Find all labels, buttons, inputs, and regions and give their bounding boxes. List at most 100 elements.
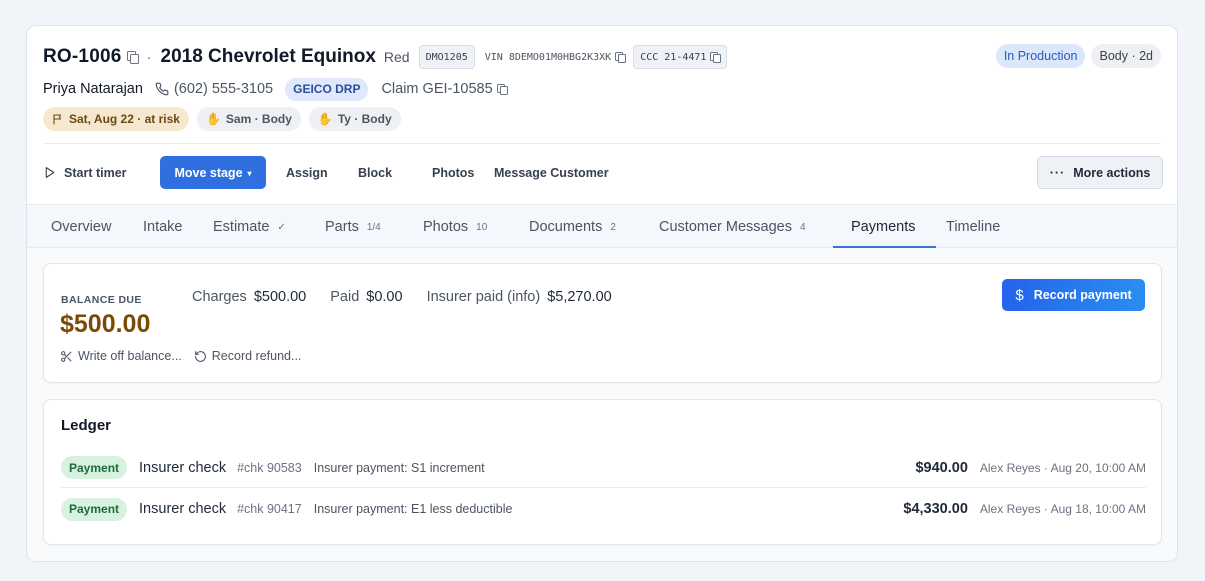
- more-actions-button[interactable]: ··· More actions: [1037, 156, 1163, 189]
- write-off-label: Write off balance...: [78, 349, 182, 363]
- dms-code-chip: DMO1205: [418, 45, 475, 69]
- claim-number: Claim GEI-10585: [381, 81, 508, 97]
- tab-documents[interactable]: Documents 2: [529, 206, 616, 248]
- payment-meta: $4,330.00 Alex Reyes · Aug 18, 10:00 AM: [903, 501, 1146, 517]
- more-actions-label: More actions: [1073, 165, 1151, 180]
- technician-tag-ty[interactable]: ✋ Ty · Body: [308, 107, 401, 131]
- vehicle-title: 2018 Chevrolet Equinox: [160, 46, 376, 67]
- copy-vin-icon[interactable]: [615, 52, 627, 63]
- dollar-icon: $: [1015, 286, 1024, 304]
- tab-intake[interactable]: Intake: [143, 206, 183, 248]
- phone-text: (602) 555-3105: [173, 81, 274, 97]
- tab-timeline[interactable]: Timeline: [946, 206, 1000, 248]
- tab-payments[interactable]: Payments: [851, 206, 915, 248]
- due-date-tag[interactable]: Sat, Aug 22 · at risk: [43, 107, 189, 131]
- payment-reference: #chk 90583: [237, 460, 302, 475]
- block-button[interactable]: Block: [358, 156, 392, 189]
- action-bar: Start timer Move stage ▾ Assign Block Ph…: [43, 156, 1163, 189]
- tab-estimate[interactable]: Estimate ✓: [213, 206, 286, 248]
- photos-button[interactable]: Photos: [432, 156, 474, 189]
- charges-value: $500.00: [253, 289, 307, 305]
- tab-count: 4: [799, 221, 806, 233]
- start-timer-button[interactable]: Start timer: [43, 156, 127, 189]
- customer-name[interactable]: Priya Natarajan: [43, 81, 143, 97]
- payment-amount: $4,330.00: [903, 501, 968, 517]
- department-badge: Body · 2d: [1091, 44, 1161, 68]
- phone-icon: [155, 82, 169, 96]
- payment-recorded-by: Alex Reyes · Aug 18, 10:00 AM: [979, 502, 1146, 516]
- flag-icon: [53, 114, 62, 125]
- record-payment-label: Record payment: [1033, 288, 1132, 302]
- ccc-chip: CCC 21-4471: [633, 45, 728, 69]
- insurer-paid-value: $5,270.00: [547, 289, 612, 305]
- start-timer-label: Start timer: [64, 165, 127, 180]
- claim-text: Claim GEI-10585: [381, 81, 493, 97]
- payment-method: Insurer check: [139, 459, 227, 476]
- ledger-card: Ledger Payment Insurer check #chk 90583 …: [43, 399, 1162, 545]
- ledger-row[interactable]: Payment Insurer check #chk 90417 Insurer…: [61, 489, 1146, 529]
- caret-down-icon: ▾: [247, 168, 252, 178]
- ellipsis-icon: ···: [1049, 165, 1066, 180]
- copy-claim-icon[interactable]: [496, 84, 508, 95]
- payment-amount: $940.00: [915, 459, 968, 476]
- copy-ccc-icon[interactable]: [710, 52, 722, 63]
- tab-label: Photos: [423, 219, 469, 235]
- status-badges: In Production Body · 2d: [995, 44, 1161, 68]
- active-tab-indicator: [833, 246, 936, 248]
- payment-type-badge: Payment: [61, 497, 128, 521]
- tab-parts[interactable]: Parts 1/4: [325, 206, 381, 248]
- tab-label: Overview: [51, 219, 112, 235]
- undo-icon: [194, 350, 206, 362]
- ledger-row[interactable]: Payment Insurer check #chk 90583 Insurer…: [61, 448, 1146, 488]
- vin: VIN 8DEMO01M0HBG2K3XK: [485, 52, 627, 63]
- customer-phone[interactable]: (602) 555-3105: [155, 81, 273, 97]
- tab-bar: Overview Intake Estimate ✓ Parts 1/4 Photo…: [27, 206, 1177, 248]
- tab-overview[interactable]: Overview: [51, 206, 111, 248]
- due-date-text: Sat, Aug 22 · at risk: [69, 112, 180, 126]
- ro-number: RO-1006: [43, 46, 122, 67]
- balance-summary: Charges $500.00 Paid $0.00 Insurer paid …: [192, 289, 636, 305]
- play-icon: [45, 167, 55, 178]
- customer-row: Priya Natarajan (602) 555-3105 GEICO DRP…: [43, 77, 508, 101]
- scissors-icon: [61, 350, 72, 362]
- technician-text: Sam · Body: [225, 112, 292, 126]
- tab-photos[interactable]: Photos 10: [423, 206, 487, 248]
- copy-icon[interactable]: [126, 51, 139, 64]
- title-row: RO-1006 · 2018 Chevrolet Equinox Red DMO…: [43, 44, 728, 70]
- message-customer-button[interactable]: Message Customer: [494, 156, 609, 189]
- separator: ·: [146, 48, 152, 66]
- tab-customer-messages[interactable]: Customer Messages 4: [659, 206, 806, 248]
- record-payment-button[interactable]: $ Record payment: [1002, 279, 1145, 311]
- technician-tag-sam[interactable]: ✋ Sam · Body: [196, 107, 301, 131]
- record-refund-link[interactable]: Record refund...: [194, 349, 301, 363]
- assign-button[interactable]: Assign: [286, 156, 328, 189]
- hand-icon: ✋: [317, 112, 333, 126]
- tab-count: 2: [610, 221, 616, 233]
- insurer-badge: GEICO DRP: [285, 77, 369, 101]
- move-stage-button[interactable]: Move stage ▾: [160, 156, 266, 189]
- tags-row: Sat, Aug 22 · at risk ✋ Sam · Body ✋ Ty …: [43, 107, 401, 131]
- status-badge: In Production: [995, 44, 1086, 68]
- check-icon: ✓: [277, 221, 286, 233]
- tab-label: Parts: [325, 219, 359, 235]
- payment-type-badge: Payment: [61, 456, 128, 479]
- payment-recorded-by: Alex Reyes · Aug 20, 10:00 AM: [979, 460, 1146, 475]
- move-stage-label: Move stage: [174, 165, 243, 180]
- tab-label: Intake: [143, 219, 183, 235]
- balance-due-label: BALANCE DUE: [61, 294, 142, 306]
- paid-label: Paid: [330, 289, 360, 305]
- insurer-paid-label: Insurer paid (info): [426, 289, 541, 305]
- divider: [43, 143, 1161, 144]
- tab-label: Estimate: [213, 219, 270, 235]
- hand-icon: ✋: [205, 112, 221, 126]
- payment-memo: Insurer payment: S1 increment: [313, 460, 485, 475]
- ccc-text: CCC 21-4471: [640, 51, 707, 63]
- payment-memo: Insurer payment: E1 less deductible: [313, 502, 513, 516]
- balance-card: BALANCE DUE $500.00 Charges $500.00 Paid…: [43, 263, 1162, 383]
- vehicle-color: Red: [383, 49, 410, 65]
- repair-order-card: RO-1006 · 2018 Chevrolet Equinox Red DMO…: [26, 25, 1178, 562]
- technician-text: Ty · Body: [337, 112, 392, 126]
- write-off-link[interactable]: Write off balance...: [60, 349, 182, 363]
- balance-actions: Write off balance... Record refund...: [60, 349, 313, 363]
- tab-label: Timeline: [946, 219, 1001, 235]
